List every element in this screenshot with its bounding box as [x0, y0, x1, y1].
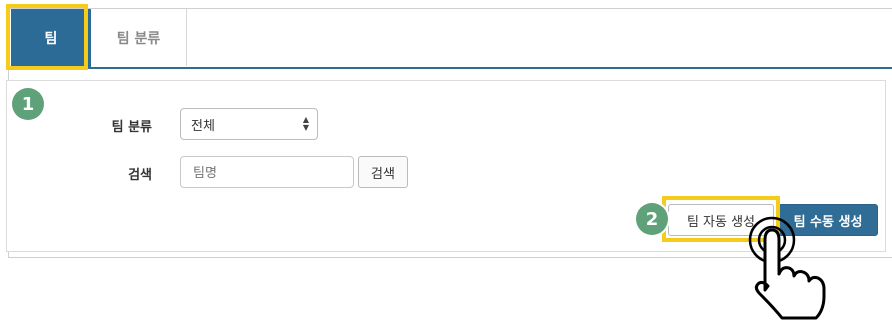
category-select[interactable]: 전체 ▲ ▼: [180, 108, 318, 140]
pointer-hand-icon: [748, 216, 826, 320]
tab-highlight-box: [6, 4, 88, 70]
tab-bar: 팀 팀 분류: [9, 9, 892, 69]
category-label: 팀 분류: [111, 120, 152, 135]
search-button[interactable]: 검색: [358, 156, 408, 188]
step-badge-1: 1: [12, 88, 44, 120]
select-arrows-icon: ▲ ▼: [302, 115, 309, 132]
tab-team-category[interactable]: 팀 분류: [91, 9, 187, 66]
search-input[interactable]: [180, 156, 354, 188]
step-badge-2: 2: [636, 203, 668, 235]
search-label: 검색: [128, 168, 152, 183]
category-select-value: 전체: [191, 118, 215, 134]
